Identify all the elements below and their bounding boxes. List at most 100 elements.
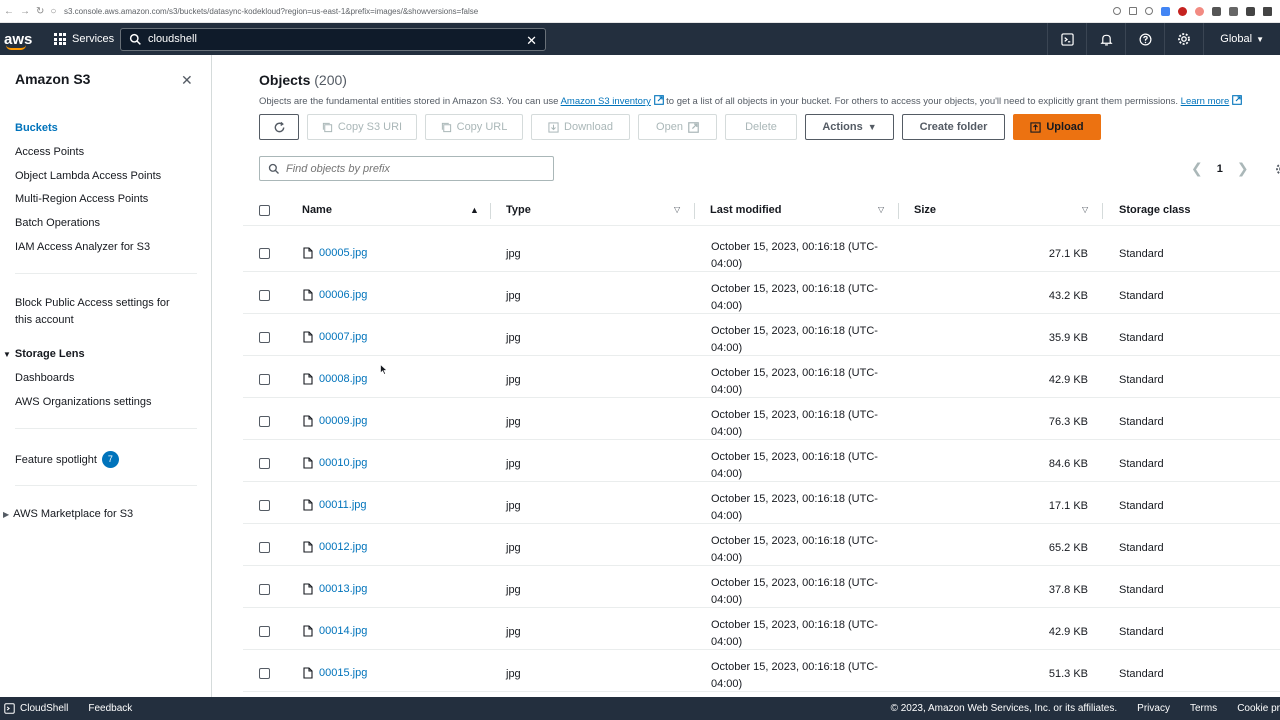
column-header-size[interactable]: Size [914,204,936,216]
prefix-search[interactable] [259,156,554,181]
sidebar-item-access-points[interactable]: Access Points [15,146,84,158]
row-checkbox[interactable] [259,584,270,595]
object-link[interactable]: 00010.jpg [319,457,367,469]
site-info-icon[interactable]: ○ [50,6,56,17]
s3-inventory-link[interactable]: Amazon S3 inventory [561,96,651,107]
sidebar-item-dashboards[interactable]: Dashboards [15,372,74,384]
reload-icon[interactable]: ↻ [36,6,44,17]
settings-button[interactable] [1164,23,1203,55]
upload-button[interactable]: Upload [1013,114,1101,140]
column-separator[interactable] [898,203,899,219]
object-link[interactable]: 00009.jpg [319,415,367,427]
privacy-link[interactable]: Privacy [1137,703,1170,714]
copy-url-button[interactable]: Copy URL [425,114,523,140]
cloudshell-footer-button[interactable]: CloudShell [0,703,68,714]
column-separator[interactable] [490,203,491,219]
table-row[interactable]: 00014.jpg jpg October 15, 2023, 00:16:18… [243,608,1280,650]
row-checkbox[interactable] [259,332,270,343]
column-header-type[interactable]: Type [506,204,531,216]
next-page-icon[interactable]: ❯ [1237,160,1249,177]
actions-button[interactable]: Actions ▼ [805,114,894,140]
sidebar-item-feature-spotlight[interactable]: Feature spotlight 7 [15,451,119,468]
column-header-last-modified[interactable]: Last modified [710,204,782,216]
browser-url[interactable]: s3.console.aws.amazon.com/s3/buckets/dat… [60,7,1113,16]
table-row[interactable]: 00006.jpg jpg October 15, 2023, 00:16:18… [243,272,1280,314]
object-link[interactable]: 00005.jpg [319,247,367,259]
object-link[interactable]: 00013.jpg [319,583,367,595]
object-link[interactable]: 00012.jpg [319,541,367,553]
forward-icon[interactable]: → [20,6,30,17]
object-link[interactable]: 00015.jpg [319,667,367,679]
back-icon[interactable]: ← [4,6,14,17]
sort-icon[interactable]: ▽ [674,205,680,214]
table-row[interactable]: 00007.jpg jpg October 15, 2023, 00:16:18… [243,314,1280,356]
table-row[interactable]: 00008.jpg jpg October 15, 2023, 00:16:18… [243,356,1280,398]
object-link[interactable]: 00008.jpg [319,373,367,385]
close-sidebar-icon[interactable]: ✕ [181,72,193,89]
sidebar-icon[interactable] [1263,6,1272,16]
refresh-button[interactable] [259,114,299,140]
object-link[interactable]: 00007.jpg [319,331,367,343]
open-button[interactable]: Open [638,114,717,140]
help-button[interactable] [1125,23,1164,55]
clear-search-icon[interactable]: ✕ [526,33,537,49]
row-checkbox[interactable] [259,416,270,427]
extension-icon[interactable] [1229,6,1238,16]
learn-more-link[interactable]: Learn more [1181,96,1230,107]
global-search-input[interactable] [148,33,508,45]
copy-s3-uri-button[interactable]: Copy S3 URI [307,114,417,140]
cookie-preferences-link[interactable]: Cookie pr [1237,703,1280,714]
sort-icon[interactable]: ▽ [1082,205,1088,214]
row-checkbox[interactable] [259,458,270,469]
sort-icon[interactable]: ▽ [878,205,884,214]
cloudshell-nav-button[interactable] [1047,23,1086,55]
extension-icon[interactable] [1161,6,1170,16]
sort-ascending-icon[interactable]: ▲ [470,205,479,215]
table-row[interactable]: 00012.jpg jpg October 15, 2023, 00:16:18… [243,524,1280,566]
aws-logo[interactable]: aws [0,23,46,55]
select-all-checkbox[interactable] [259,205,270,216]
row-checkbox[interactable] [259,500,270,511]
extension-icon[interactable] [1212,6,1221,16]
notifications-button[interactable] [1086,23,1125,55]
object-link[interactable]: 00006.jpg [319,289,367,301]
marketplace-section[interactable]: ▶ AWS Marketplace for S3 [0,508,133,520]
table-row[interactable]: 00010.jpg jpg October 15, 2023, 00:16:18… [243,440,1280,482]
row-checkbox[interactable] [259,374,270,385]
sidebar-item-multi-region[interactable]: Multi-Region Access Points [15,193,148,205]
sidebar-item-buckets[interactable]: Buckets [15,122,58,134]
table-row[interactable]: 00015.jpg jpg October 15, 2023, 00:16:18… [243,650,1280,692]
feedback-link[interactable]: Feedback [88,703,132,714]
prefix-search-input[interactable] [286,162,546,175]
row-checkbox[interactable] [259,542,270,553]
column-header-name[interactable]: Name [302,204,332,216]
region-selector[interactable]: Global ▼ [1203,23,1280,55]
delete-button[interactable]: Delete [725,114,797,140]
global-search[interactable]: ✕ [120,27,546,51]
gear-icon[interactable] [1275,162,1280,176]
create-folder-button[interactable]: Create folder [902,114,1005,140]
column-separator[interactable] [1102,203,1103,219]
table-row[interactable]: 00013.jpg jpg October 15, 2023, 00:16:18… [243,566,1280,608]
table-row[interactable]: 00009.jpg jpg October 15, 2023, 00:16:18… [243,398,1280,440]
object-link[interactable]: 00011.jpg [319,499,367,511]
object-link[interactable]: 00014.jpg [319,625,367,637]
puzzle-icon[interactable] [1246,6,1255,16]
table-row[interactable]: 00011.jpg jpg October 15, 2023, 00:16:18… [243,482,1280,524]
sidebar-item-iam-analyzer[interactable]: IAM Access Analyzer for S3 [15,241,150,253]
share-icon[interactable] [1129,7,1137,15]
column-header-storage-class[interactable]: Storage class [1119,204,1191,216]
sidebar-item-organizations-settings[interactable]: AWS Organizations settings [15,396,152,408]
current-page[interactable]: 1 [1217,163,1223,175]
row-checkbox[interactable] [259,626,270,637]
row-checkbox[interactable] [259,290,270,301]
extension-icon[interactable] [1195,6,1204,16]
terms-link[interactable]: Terms [1190,703,1217,714]
sidebar-item-block-public-access[interactable]: Block Public Access settings for [15,297,170,309]
sidebar-item-object-lambda[interactable]: Object Lambda Access Points [15,170,161,182]
row-checkbox[interactable] [259,248,270,259]
extension-icon[interactable] [1178,6,1187,16]
download-button[interactable]: Download [531,114,630,140]
services-button[interactable]: Services [54,33,120,45]
star-icon[interactable] [1145,7,1153,15]
